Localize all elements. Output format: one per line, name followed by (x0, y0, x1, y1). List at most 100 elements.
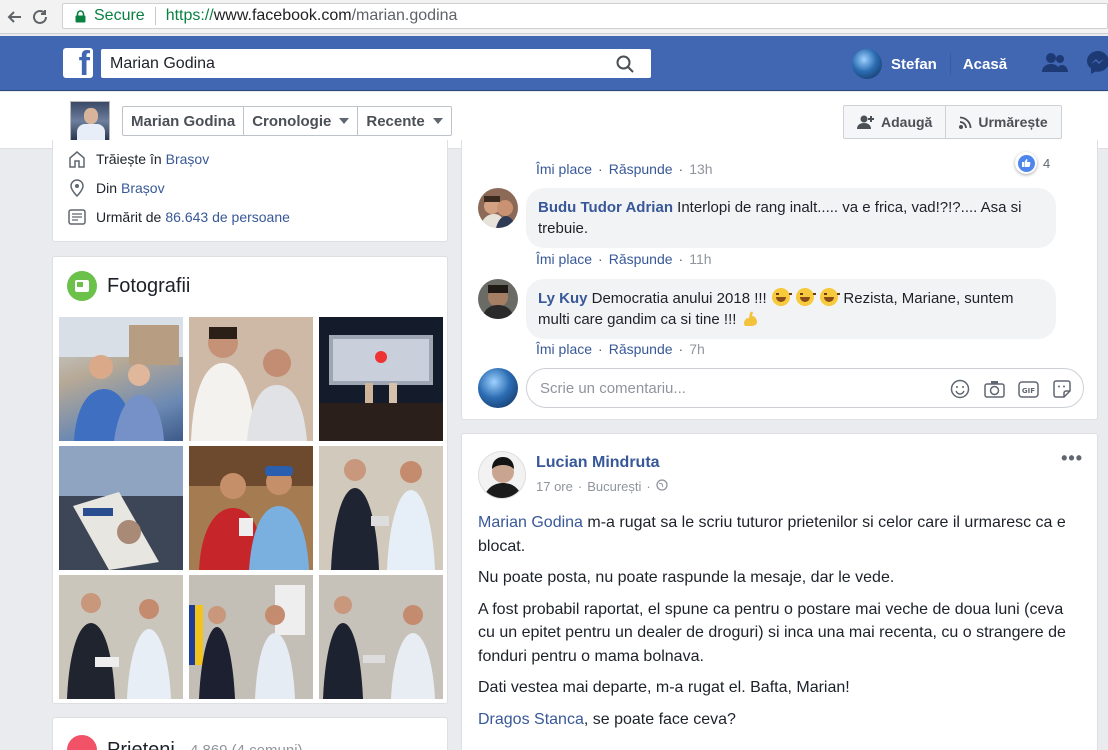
post-paragraph: Nu poate posta, nu poate raspunde la mes… (478, 569, 895, 586)
emoji-icon[interactable] (949, 378, 971, 400)
post-paragraph: Dragos Stanca, se poate face ceva? (478, 708, 1078, 732)
comment-time: 13h (689, 161, 713, 177)
avatar[interactable] (478, 188, 518, 228)
comment-text: Democratia anului 2018 !!! (591, 290, 767, 307)
intro-from: Din Brașov (67, 178, 165, 198)
reaction-number: 4 (1043, 155, 1051, 171)
comments-card: Îmi place · Răspunde · 13h 4 Budu Tudor … (461, 140, 1098, 420)
laughing-emoji-icon (771, 288, 792, 306)
comment-item: Ly Kuy Democratia anului 2018 !!! Rezist… (478, 279, 1056, 339)
location-pin-icon (67, 178, 87, 198)
post-card: Lucian Mindruta 17 ore · București · •••… (461, 433, 1098, 750)
intro-lives-in: Trăiește în Brașov (67, 149, 209, 169)
photo-thumbnail[interactable] (59, 575, 183, 699)
mention-link[interactable]: Dragos Stanca (478, 711, 584, 728)
comment-input[interactable]: Scrie un comentariu... GIF (526, 368, 1084, 408)
photos-card: Fotografii (52, 256, 448, 704)
friend-requests-icon[interactable] (1040, 50, 1070, 79)
comment-input-placeholder: Scrie un comentariu... (540, 379, 686, 397)
intro-card: Trăiește în Brașov Din Brașov Urmărit de… (52, 140, 448, 242)
search-icon[interactable] (599, 49, 651, 78)
facebook-top-bar: f Marian Godina Stefan Acasă (0, 36, 1108, 91)
tab-recent-label: Recente (366, 112, 425, 130)
camera-icon[interactable] (983, 378, 1005, 400)
tab-profile-name[interactable]: Marian Godina (123, 107, 245, 135)
photo-thumbnail[interactable] (59, 317, 183, 441)
reply-link[interactable]: Răspunde (609, 161, 673, 177)
profile-thumbnail[interactable] (70, 101, 110, 141)
add-friend-label: Adaugă (881, 114, 933, 130)
follow-label: Urmărește (978, 114, 1048, 130)
from-city-link[interactable]: Brașov (121, 180, 165, 196)
post-paragraph: Marian Godina m-a rugat sa le scriu tutu… (478, 511, 1078, 558)
rss-icon (959, 116, 972, 129)
more-options-icon[interactable]: ••• (1061, 448, 1083, 469)
lives-city-link[interactable]: Brașov (166, 151, 210, 167)
mention-link[interactable]: Marian Godina (478, 514, 583, 531)
gif-icon[interactable]: GIF (1017, 378, 1039, 400)
comment-actions: Îmi place · Răspunde · 7h (536, 341, 705, 357)
comment-time: 7h (689, 341, 705, 357)
friends-header[interactable]: Prieteni · 4.869 (4 comuni) (67, 735, 303, 750)
photo-thumbnail[interactable] (319, 317, 443, 441)
address-bar[interactable]: Secure https://www.facebook.com/marian.g… (62, 3, 1108, 29)
comment-time: 11h (689, 251, 712, 267)
from-prefix: Din (96, 180, 118, 196)
flexed-biceps-emoji-icon (743, 311, 757, 326)
url-path: /marian.godina (351, 7, 458, 24)
laughing-emoji-icon (820, 288, 841, 306)
avatar (852, 49, 882, 79)
like-reaction-icon (1015, 152, 1037, 174)
home-link[interactable]: Acasă (963, 56, 1007, 73)
add-friend-button[interactable]: Adaugă (844, 106, 947, 138)
photo-thumbnail[interactable] (189, 446, 313, 570)
tab-recent[interactable]: Recente (358, 107, 450, 135)
followers-count-link[interactable]: 86.643 de persoane (165, 209, 290, 225)
search-input[interactable]: Marian Godina (110, 55, 215, 73)
friends-card: Prieteni · 4.869 (4 comuni) (52, 717, 448, 750)
laughing-emoji-icon (796, 288, 817, 306)
facebook-logo-icon[interactable]: f (63, 48, 93, 78)
lives-prefix: Trăiește în (96, 151, 162, 167)
photo-thumbnail[interactable] (189, 575, 313, 699)
followers-icon (67, 207, 87, 227)
photos-header[interactable]: Fotografii (67, 271, 190, 301)
comment-bubble: Budu Tudor Adrian Interlopi de rang inal… (526, 188, 1056, 248)
post-paragraph: A fost probabil raportat, el spune ca pe… (478, 600, 1066, 665)
avatar[interactable] (478, 279, 518, 319)
back-arrow-icon[interactable] (2, 5, 26, 29)
post-author[interactable]: Lucian Mindruta (536, 454, 660, 472)
url-protocol: https:// (165, 7, 214, 24)
comment-author[interactable]: Budu Tudor Adrian (538, 199, 673, 216)
reload-icon[interactable] (28, 5, 52, 29)
like-link[interactable]: Îmi place (536, 251, 592, 267)
like-link[interactable]: Îmi place (536, 161, 592, 177)
post-text: , se poate face ceva? (583, 710, 736, 728)
like-link[interactable]: Îmi place (536, 341, 592, 357)
tab-timeline[interactable]: Cronologie (244, 107, 359, 135)
browser-chrome: Secure https://www.facebook.com/marian.g… (0, 0, 1108, 34)
photo-thumbnail[interactable] (319, 575, 443, 699)
comment-actions: Îmi place · Răspunde · 11h (536, 251, 712, 267)
search-box[interactable]: Marian Godina (101, 49, 651, 78)
messenger-icon[interactable] (1086, 50, 1108, 79)
user-profile-link[interactable]: Stefan Acasă (852, 49, 1007, 79)
lock-icon (75, 10, 86, 23)
follow-button[interactable]: Urmărește (946, 106, 1060, 138)
post-meta: 17 ore · București · (536, 479, 668, 494)
reaction-count[interactable]: 4 (1015, 152, 1050, 174)
post-time[interactable]: 17 ore (536, 479, 573, 494)
photo-thumbnail[interactable] (319, 446, 443, 570)
sticker-icon[interactable] (1051, 378, 1073, 400)
url-host: www.facebook.com (213, 7, 352, 24)
chevron-down-icon (339, 118, 350, 124)
reply-link[interactable]: Răspunde (609, 341, 673, 357)
comment-input-tools: GIF (949, 378, 1073, 400)
comment-author[interactable]: Ly Kuy (538, 290, 587, 307)
post-location[interactable]: București (587, 479, 641, 494)
reply-link[interactable]: Răspunde (609, 251, 673, 267)
photo-thumbnail[interactable] (59, 446, 183, 570)
add-friend-icon (857, 115, 874, 129)
photo-thumbnail[interactable] (189, 317, 313, 441)
avatar[interactable] (478, 451, 526, 499)
